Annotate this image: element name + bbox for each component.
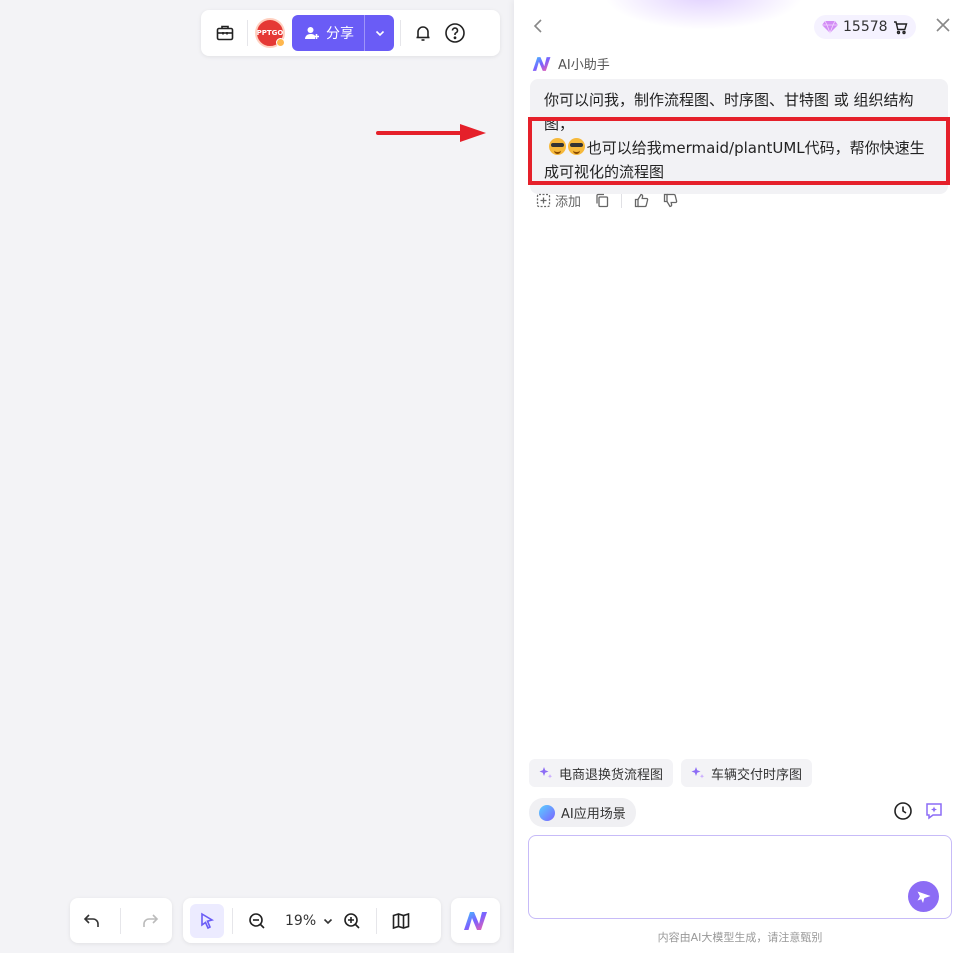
toolbox-button[interactable] xyxy=(209,17,241,49)
suggestion-chips: 电商退换货流程图 车辆交付时序图 xyxy=(529,759,813,787)
toolbar-divider xyxy=(247,20,248,46)
send-icon xyxy=(917,891,930,903)
copy-button[interactable] xyxy=(595,193,609,208)
avatar-badge xyxy=(276,38,285,47)
add-block-icon xyxy=(536,193,551,208)
ai-scenes-icon xyxy=(539,804,555,821)
select-tool-button[interactable] xyxy=(190,903,224,938)
back-icon[interactable] xyxy=(528,16,548,36)
notifications-button[interactable] xyxy=(407,17,439,49)
gem-icon xyxy=(822,20,838,34)
bell-icon xyxy=(416,26,430,41)
share-label: 分享 xyxy=(326,26,354,42)
share-dropdown-button[interactable] xyxy=(364,15,394,51)
chat-input[interactable] xyxy=(539,844,899,910)
undo-button[interactable] xyxy=(76,905,108,937)
chat-input-box xyxy=(528,835,952,919)
avatar: PPTGO xyxy=(255,18,285,48)
add-to-canvas-button[interactable]: 添加 xyxy=(536,191,581,210)
cart-icon xyxy=(893,20,907,34)
chevron-down-icon xyxy=(324,918,333,924)
top-toolbar: PPTGO 分享 xyxy=(201,10,500,56)
zoom-in-button[interactable] xyxy=(336,905,368,937)
minimap-button[interactable] xyxy=(385,905,417,937)
map-icon xyxy=(392,912,410,929)
ai-assistant-panel: 15578 AI小助手 你可以问我，制作流程图、时序图、甘特图 或 组织结构图，… xyxy=(514,0,966,953)
annotation-arrow xyxy=(376,124,486,142)
credits-badge[interactable]: 15578 xyxy=(814,15,916,39)
zoom-out-button[interactable] xyxy=(241,905,273,937)
suggestion-label: 车辆交付时序图 xyxy=(711,767,803,783)
zoom-out-icon xyxy=(249,912,265,929)
actions-divider xyxy=(621,193,623,208)
zoom-dropdown-button[interactable] xyxy=(320,911,336,931)
sparkle-icon xyxy=(691,767,705,779)
chevron-down-icon xyxy=(375,30,384,37)
suggestion-chip[interactable]: 车辆交付时序图 xyxy=(681,759,813,787)
ai-disclaimer: 内容由AI大模型生成，请注意甄别 xyxy=(657,931,823,944)
assistant-header: AI小助手 xyxy=(532,54,610,73)
view-toolbar: 19% xyxy=(183,898,441,943)
credits-value: 15578 xyxy=(843,19,888,35)
highlight-box xyxy=(528,117,950,185)
new-chat-icon[interactable] xyxy=(924,801,944,821)
close-icon[interactable] xyxy=(934,16,952,34)
assistant-name: AI小助手 xyxy=(558,58,610,73)
help-icon xyxy=(445,23,465,43)
redo-icon xyxy=(143,913,158,927)
ai-logo-icon xyxy=(463,911,487,930)
like-button[interactable] xyxy=(634,193,649,208)
ai-scenes-label: AI应用场景 xyxy=(561,807,626,822)
add-user-icon xyxy=(305,27,319,39)
share-button-group: 分享 xyxy=(292,15,394,51)
ai-scenes-button[interactable]: AI应用场景 xyxy=(529,798,636,827)
toolbar-divider xyxy=(376,907,378,934)
user-avatar-button[interactable]: PPTGO xyxy=(254,17,286,49)
panel-glow-decoration xyxy=(604,0,804,30)
zoom-in-icon xyxy=(344,912,360,929)
thumbs-up-icon xyxy=(634,193,649,208)
send-button[interactable] xyxy=(908,881,939,912)
share-button[interactable]: 分享 xyxy=(292,15,364,51)
redo-button[interactable] xyxy=(134,905,166,937)
undo-icon xyxy=(84,913,99,927)
toolbar-divider xyxy=(120,907,122,934)
message-actions: 添加 xyxy=(536,191,678,210)
history-clock-icon[interactable] xyxy=(893,801,913,821)
dislike-button[interactable] xyxy=(663,193,678,208)
toolbar-divider xyxy=(232,907,233,934)
zoom-level: 19% xyxy=(285,912,317,929)
cursor-icon xyxy=(201,912,215,929)
suggestion-chip[interactable]: 电商退换货流程图 xyxy=(529,759,674,787)
ai-logo-icon xyxy=(532,56,551,71)
copy-icon xyxy=(596,193,609,208)
toolbar-divider xyxy=(400,20,401,46)
avatar-text: PPTGO xyxy=(256,29,284,37)
ai-assistant-button[interactable] xyxy=(451,898,500,943)
add-label: 添加 xyxy=(555,195,582,210)
sparkle-icon xyxy=(539,767,553,779)
help-button[interactable] xyxy=(439,17,471,49)
thumbs-down-icon xyxy=(663,193,678,208)
history-toolbar xyxy=(70,898,172,943)
toolbox-icon xyxy=(216,25,234,41)
suggestion-label: 电商退换货流程图 xyxy=(559,767,664,783)
